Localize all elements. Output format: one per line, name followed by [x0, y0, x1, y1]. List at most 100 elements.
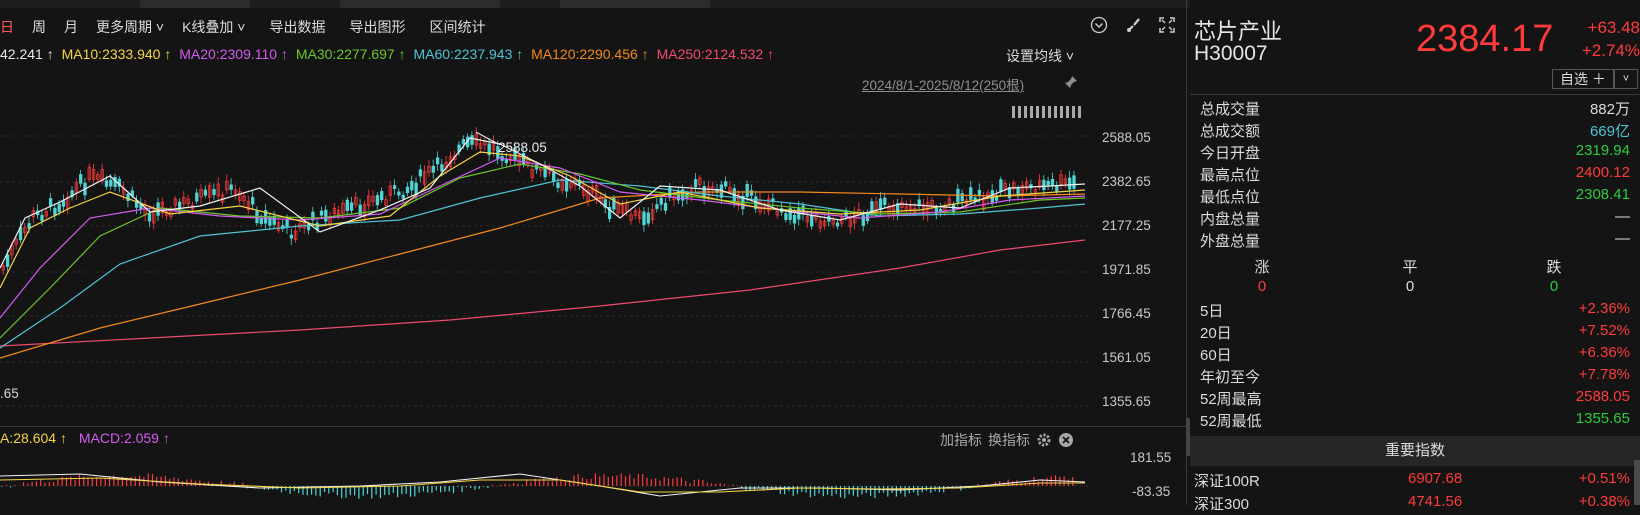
stat-label: 内盘总量: [1200, 211, 1261, 228]
index-row-price: 4741.56: [1408, 493, 1463, 510]
candle: [1055, 185, 1059, 192]
candle: [1068, 177, 1072, 190]
candle: [431, 165, 435, 173]
important-index-header[interactable]: 重要指数: [1190, 436, 1640, 466]
candle: [861, 215, 865, 226]
window-tab[interactable]: [140, 0, 250, 8]
ma-settings-dropdown[interactable]: 设置均线 ˅: [1006, 46, 1074, 66]
stat-row: 内盘总量 —: [1200, 208, 1630, 230]
stat-value: —: [1615, 230, 1630, 247]
candle: [410, 180, 414, 191]
period-month-button[interactable]: 月: [55, 17, 87, 37]
perf-label: 20日: [1200, 325, 1232, 342]
price-tick: 2177.25: [1102, 218, 1151, 233]
candle: [251, 197, 255, 205]
candle: [745, 183, 749, 198]
perf-row: 52周最低 1355.65: [1200, 410, 1630, 432]
perf-row: 5日 +2.36%: [1200, 300, 1630, 322]
divider: [1190, 94, 1640, 95]
candle: [724, 181, 728, 187]
candle: [792, 214, 797, 224]
window-tab[interactable]: [560, 0, 710, 8]
stat-label: 今日开盘: [1200, 145, 1261, 162]
candle: [440, 164, 444, 172]
stat-row: 外盘总量 —: [1200, 230, 1630, 252]
perf-label: 年初至今: [1200, 369, 1261, 386]
index-row-change: +0.38%: [1578, 493, 1630, 510]
candle: [960, 193, 964, 202]
price-tick: 1766.45: [1102, 306, 1151, 321]
range-stats-button[interactable]: 区间统计: [420, 17, 494, 37]
window-tab[interactable]: [340, 0, 500, 8]
stat-row: 总成交额 669亿: [1200, 120, 1630, 142]
gear-icon[interactable]: [1036, 432, 1052, 448]
candle: [642, 211, 646, 226]
candle: [195, 192, 199, 202]
pane-separator[interactable]: [0, 426, 1190, 427]
ma250-value: MA250:2124.532 ↑: [656, 46, 775, 62]
price-change: +63.48: [1587, 18, 1640, 37]
index-row-name: 深证100R: [1194, 473, 1260, 490]
stat-label: 外盘总量: [1200, 233, 1261, 250]
candle: [397, 191, 401, 196]
index-row[interactable]: 深证100R 6907.68 +0.51%: [1190, 470, 1630, 492]
add-indicator-button[interactable]: 加指标: [940, 430, 982, 450]
macd-dea-value: A:28.604 ↑: [0, 430, 67, 446]
perf-value: +6.36%: [1578, 344, 1630, 361]
macd-chart[interactable]: [0, 452, 1090, 505]
stat-label: 总成交额: [1200, 123, 1261, 140]
period-high-label: 2588.05: [498, 140, 547, 155]
period-week-button[interactable]: 周: [23, 17, 55, 37]
candle: [5, 254, 10, 267]
candle: [375, 195, 380, 206]
advance-label: 涨: [1254, 259, 1270, 276]
perf-value: 1355.65: [1575, 410, 1630, 427]
candle: [883, 197, 887, 206]
stat-row: 最低点位 2308.41: [1200, 186, 1630, 208]
watchlist-dropdown[interactable]: ˅: [1614, 69, 1638, 89]
decline-label: 跌: [1546, 259, 1562, 276]
candle: [659, 197, 663, 205]
candle: [835, 222, 840, 227]
candle: [810, 214, 814, 227]
add-watchlist-button[interactable]: 自选 ＋: [1552, 69, 1614, 89]
macd-dif-line: [0, 473, 1086, 497]
stat-value: —: [1615, 208, 1630, 225]
switch-indicator-button[interactable]: 换指标: [988, 430, 1030, 450]
macd-value: MACD:2.059 ↑: [78, 430, 170, 446]
scrollbar[interactable]: [1634, 460, 1640, 505]
stat-label: 总成交量: [1200, 101, 1261, 118]
advance-count: 0: [1257, 278, 1267, 295]
close-icon[interactable]: [1058, 432, 1074, 448]
fullscreen-icon[interactable]: [1158, 16, 1176, 34]
perf-label: 52周最高: [1200, 391, 1262, 408]
export-chart-button[interactable]: 导出图形: [340, 17, 414, 37]
macd-axis-bottom: -83.35: [1132, 484, 1171, 499]
perf-row: 20日 +7.52%: [1200, 322, 1630, 344]
chevron-down-circle-icon[interactable]: [1090, 16, 1108, 34]
indicator-controls: 加指标 换指标: [940, 430, 1074, 450]
candle: [556, 182, 560, 189]
index-row-name: 深证300: [1194, 496, 1250, 513]
ma20-value: MA20:2309.110 ↑: [179, 46, 288, 62]
ma250-line: [0, 239, 1086, 347]
candle: [552, 172, 556, 182]
candle: [784, 213, 788, 220]
candle: [1042, 179, 1046, 191]
perf-value: 2588.05: [1575, 388, 1630, 405]
index-row[interactable]: 深证300 4741.56 +0.38%: [1190, 493, 1630, 515]
brush-icon[interactable]: [1124, 16, 1142, 34]
perf-label: 52周最低: [1200, 413, 1262, 430]
export-data-button[interactable]: 导出数据: [260, 17, 334, 37]
kline-overlay-dropdown[interactable]: K线叠加 ˅: [173, 17, 254, 37]
stat-value: 882万: [1589, 101, 1630, 118]
perf-label: 5日: [1200, 303, 1224, 320]
ma-legend: 42.241 ↑ MA10:2333.940 ↑ MA20:2309.110 ↑…: [0, 46, 1100, 68]
stat-row: 总成交量 882万: [1200, 98, 1630, 120]
candle: [1072, 175, 1076, 189]
candlestick-chart[interactable]: [0, 68, 1090, 426]
ma30-value: MA30:2277.697 ↑: [295, 46, 406, 62]
more-periods-dropdown[interactable]: 更多周期 ˅: [87, 17, 173, 37]
period-day-button[interactable]: 日: [0, 17, 23, 37]
perf-row: 60日 +6.36%: [1200, 344, 1630, 366]
